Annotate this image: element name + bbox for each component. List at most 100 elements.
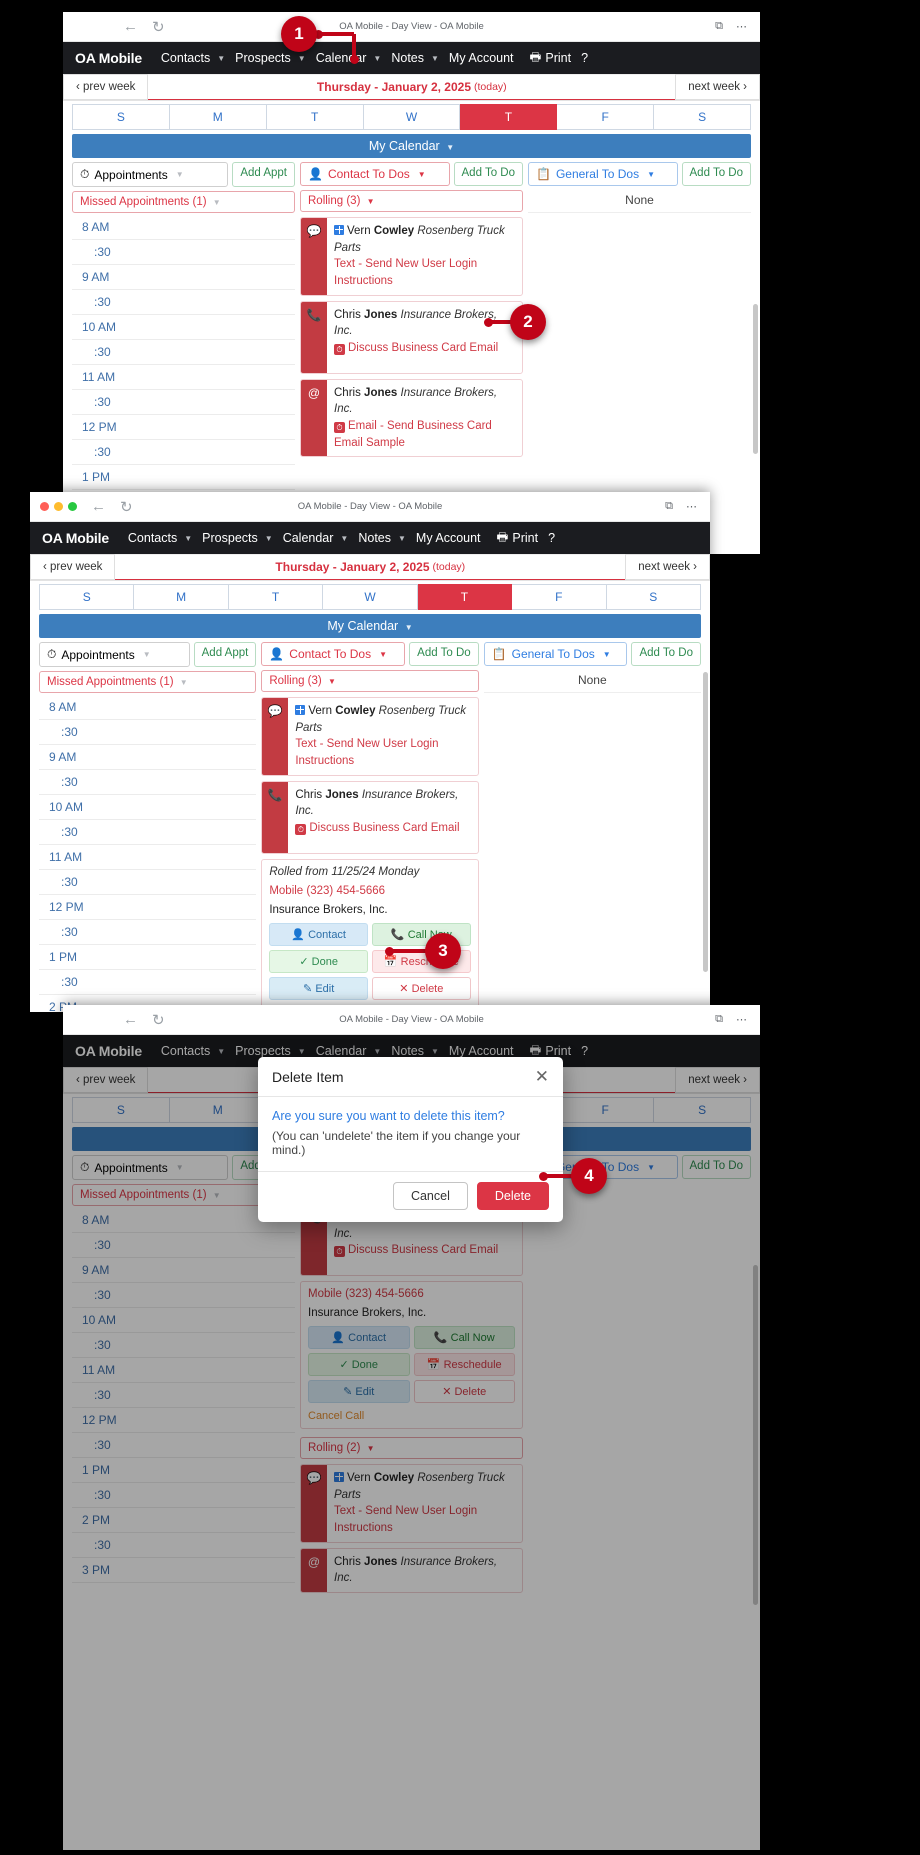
time-slot[interactable]: 12 PM xyxy=(39,895,257,920)
dow-mon[interactable]: M xyxy=(169,104,267,130)
nav-help[interactable]: ? xyxy=(543,531,560,545)
nav-contacts[interactable]: Contacts ▼ xyxy=(123,531,197,545)
nav-contacts[interactable]: Contacts ▼ xyxy=(156,51,230,65)
nav-print[interactable]: 🖶 Print xyxy=(492,528,544,549)
time-slot[interactable]: :30 xyxy=(39,920,257,945)
dialog-cancel-button[interactable]: Cancel xyxy=(392,1182,468,1210)
contact-todos-selector[interactable]: 👤 Contact To Dos ▼ xyxy=(261,642,406,666)
add-appt-button[interactable]: Add Appt xyxy=(232,162,295,187)
dialog-delete-button[interactable]: Delete xyxy=(476,1182,549,1210)
edit-button[interactable]: ✎ Edit xyxy=(269,976,368,1000)
time-slot[interactable]: :30 xyxy=(39,820,257,845)
dow-thu[interactable]: T xyxy=(417,584,513,610)
contact-button[interactable]: 👤 Contact xyxy=(269,922,368,946)
dow-wed[interactable]: W xyxy=(363,104,461,130)
next-week-button[interactable]: next week › xyxy=(625,554,710,580)
nav-print[interactable]: 🖶 Print xyxy=(525,48,577,69)
reload-icon[interactable]: ↻ xyxy=(152,18,165,36)
general-todos-selector[interactable]: 📋 General To Dos ▼ xyxy=(483,642,628,666)
next-week-button[interactable]: next week › xyxy=(675,74,760,100)
back-icon[interactable]: ← xyxy=(123,1011,138,1029)
time-slot[interactable]: :30 xyxy=(39,770,257,795)
more-icon[interactable]: ⋯ xyxy=(736,20,747,33)
scrollbar-2[interactable] xyxy=(703,672,708,972)
calendar-selector[interactable]: My Calendar ▼ xyxy=(72,134,751,158)
dow-thu[interactable]: T xyxy=(460,104,558,130)
todo-card-chris-call[interactable]: 📞 Chris Jones Insurance Brokers, Inc. ⏱D… xyxy=(261,780,479,854)
time-slot[interactable]: 10 AM xyxy=(72,315,295,340)
general-todos-selector[interactable]: 📋 General To Dos ▼ xyxy=(528,162,678,186)
reload-icon[interactable]: ↻ xyxy=(120,498,133,516)
delete-button[interactable]: ✕ Delete xyxy=(371,976,471,1000)
time-slot[interactable]: :30 xyxy=(39,870,257,895)
dow-wed[interactable]: W xyxy=(323,584,418,610)
prev-week-button[interactable]: ‹ prev week xyxy=(30,554,116,580)
maximize-window-dot[interactable] xyxy=(68,502,77,511)
tabs-icon[interactable]: ⧉ xyxy=(665,500,673,513)
time-slot[interactable]: 8 AM xyxy=(39,695,257,720)
time-slot[interactable]: :30 xyxy=(39,720,257,745)
nav-notes[interactable]: Notes ▼ xyxy=(386,51,444,65)
appointments-selector[interactable]: ⏱ Appointments ▼ xyxy=(39,642,190,667)
dow-sat[interactable]: S xyxy=(654,104,752,130)
time-slot[interactable]: :30 xyxy=(72,290,295,315)
todo-card-vern[interactable]: 💬 Vern Cowley Rosenberg Truck Parts Text… xyxy=(261,697,479,776)
todo-task[interactable]: ⏱ Discuss Business Card Email xyxy=(334,340,515,357)
dow-sun[interactable]: S xyxy=(39,584,135,610)
time-slot[interactable]: 1 PM xyxy=(39,945,257,970)
close-window-dot[interactable] xyxy=(40,502,49,511)
minimize-window-dot[interactable] xyxy=(54,502,63,511)
dow-mon[interactable]: M xyxy=(134,584,229,610)
time-slot[interactable]: :30 xyxy=(72,240,295,265)
more-icon[interactable]: ⋯ xyxy=(686,500,697,513)
add-contact-todo-button[interactable]: Add To Do xyxy=(409,642,479,666)
close-icon[interactable]: ✕ xyxy=(535,1068,549,1085)
contact-phone-link[interactable]: Mobile (323) 454-5666 xyxy=(269,885,470,897)
time-slot[interactable]: :30 xyxy=(72,390,295,415)
scrollbar-1[interactable] xyxy=(753,304,758,454)
dow-tue[interactable]: T xyxy=(266,104,364,130)
time-slot[interactable]: :30 xyxy=(39,970,257,995)
missed-appointments-pill[interactable]: Missed Appointments (1) ▼ xyxy=(39,671,257,693)
time-slot[interactable]: 11 AM xyxy=(72,365,295,390)
done-button[interactable]: ✓ Done xyxy=(269,949,368,973)
back-icon[interactable]: ← xyxy=(91,498,106,516)
calendar-selector[interactable]: My Calendar ▼ xyxy=(39,614,701,638)
add-general-todo-button[interactable]: Add To Do xyxy=(631,642,701,666)
rolling-pill[interactable]: Rolling (3) ▼ xyxy=(261,670,479,692)
todo-task[interactable]: ⏱ Discuss Business Card Email xyxy=(295,820,470,837)
nav-notes[interactable]: Notes ▼ xyxy=(353,531,411,545)
time-slot[interactable]: 9 AM xyxy=(72,265,295,290)
time-slot[interactable]: 12 PM xyxy=(72,415,295,440)
time-slot[interactable]: 11 AM xyxy=(39,845,257,870)
missed-appointments-pill[interactable]: Missed Appointments (1) ▼ xyxy=(72,191,295,213)
time-slot[interactable]: 8 AM xyxy=(72,215,295,240)
todo-task[interactable]: ⏱ Email - Send Business Card Email Sample xyxy=(334,418,515,451)
time-slot[interactable]: 10 AM xyxy=(39,795,257,820)
dow-sun[interactable]: S xyxy=(72,104,170,130)
back-icon[interactable]: ← xyxy=(123,18,138,36)
nav-calendar[interactable]: Calendar ▼ xyxy=(311,51,387,65)
more-icon[interactable]: ⋯ xyxy=(736,1013,747,1026)
todo-card-vern[interactable]: 💬 Vern Cowley Rosenberg Truck Parts Text… xyxy=(300,217,523,296)
todo-card-chris-call[interactable]: 📞 Chris Jones Insurance Brokers, Inc. ⏱D… xyxy=(300,300,523,374)
dow-sat[interactable]: S xyxy=(606,584,701,610)
todo-task[interactable]: Text - Send New User Login Instructions xyxy=(295,736,470,769)
prev-week-button[interactable]: ‹ prev week xyxy=(63,74,149,100)
nav-prospects[interactable]: Prospects ▼ xyxy=(230,51,311,65)
nav-help[interactable]: ? xyxy=(576,51,593,65)
nav-prospects[interactable]: Prospects ▼ xyxy=(197,531,278,545)
todo-task[interactable]: Text - Send New User Login Instructions xyxy=(334,256,515,289)
todo-card-chris-email[interactable]: @ Chris Jones Insurance Brokers, Inc. ⏱ E… xyxy=(300,378,523,458)
add-contact-todo-button[interactable]: Add To Do xyxy=(453,162,523,186)
tabs-icon[interactable]: ⧉ xyxy=(715,20,723,33)
reload-icon[interactable]: ↻ xyxy=(152,1011,165,1029)
traffic-lights[interactable] xyxy=(30,502,77,511)
nav-calendar[interactable]: Calendar ▼ xyxy=(278,531,354,545)
nav-my-account[interactable]: My Account xyxy=(411,531,486,545)
app-brand[interactable]: OA Mobile xyxy=(75,50,142,66)
app-brand[interactable]: OA Mobile xyxy=(42,530,109,546)
appointments-selector[interactable]: ⏱ Appointments ▼ xyxy=(72,162,229,187)
contact-todos-selector[interactable]: 👤 Contact To Dos ▼ xyxy=(300,162,450,186)
dow-fri[interactable]: F xyxy=(512,584,607,610)
